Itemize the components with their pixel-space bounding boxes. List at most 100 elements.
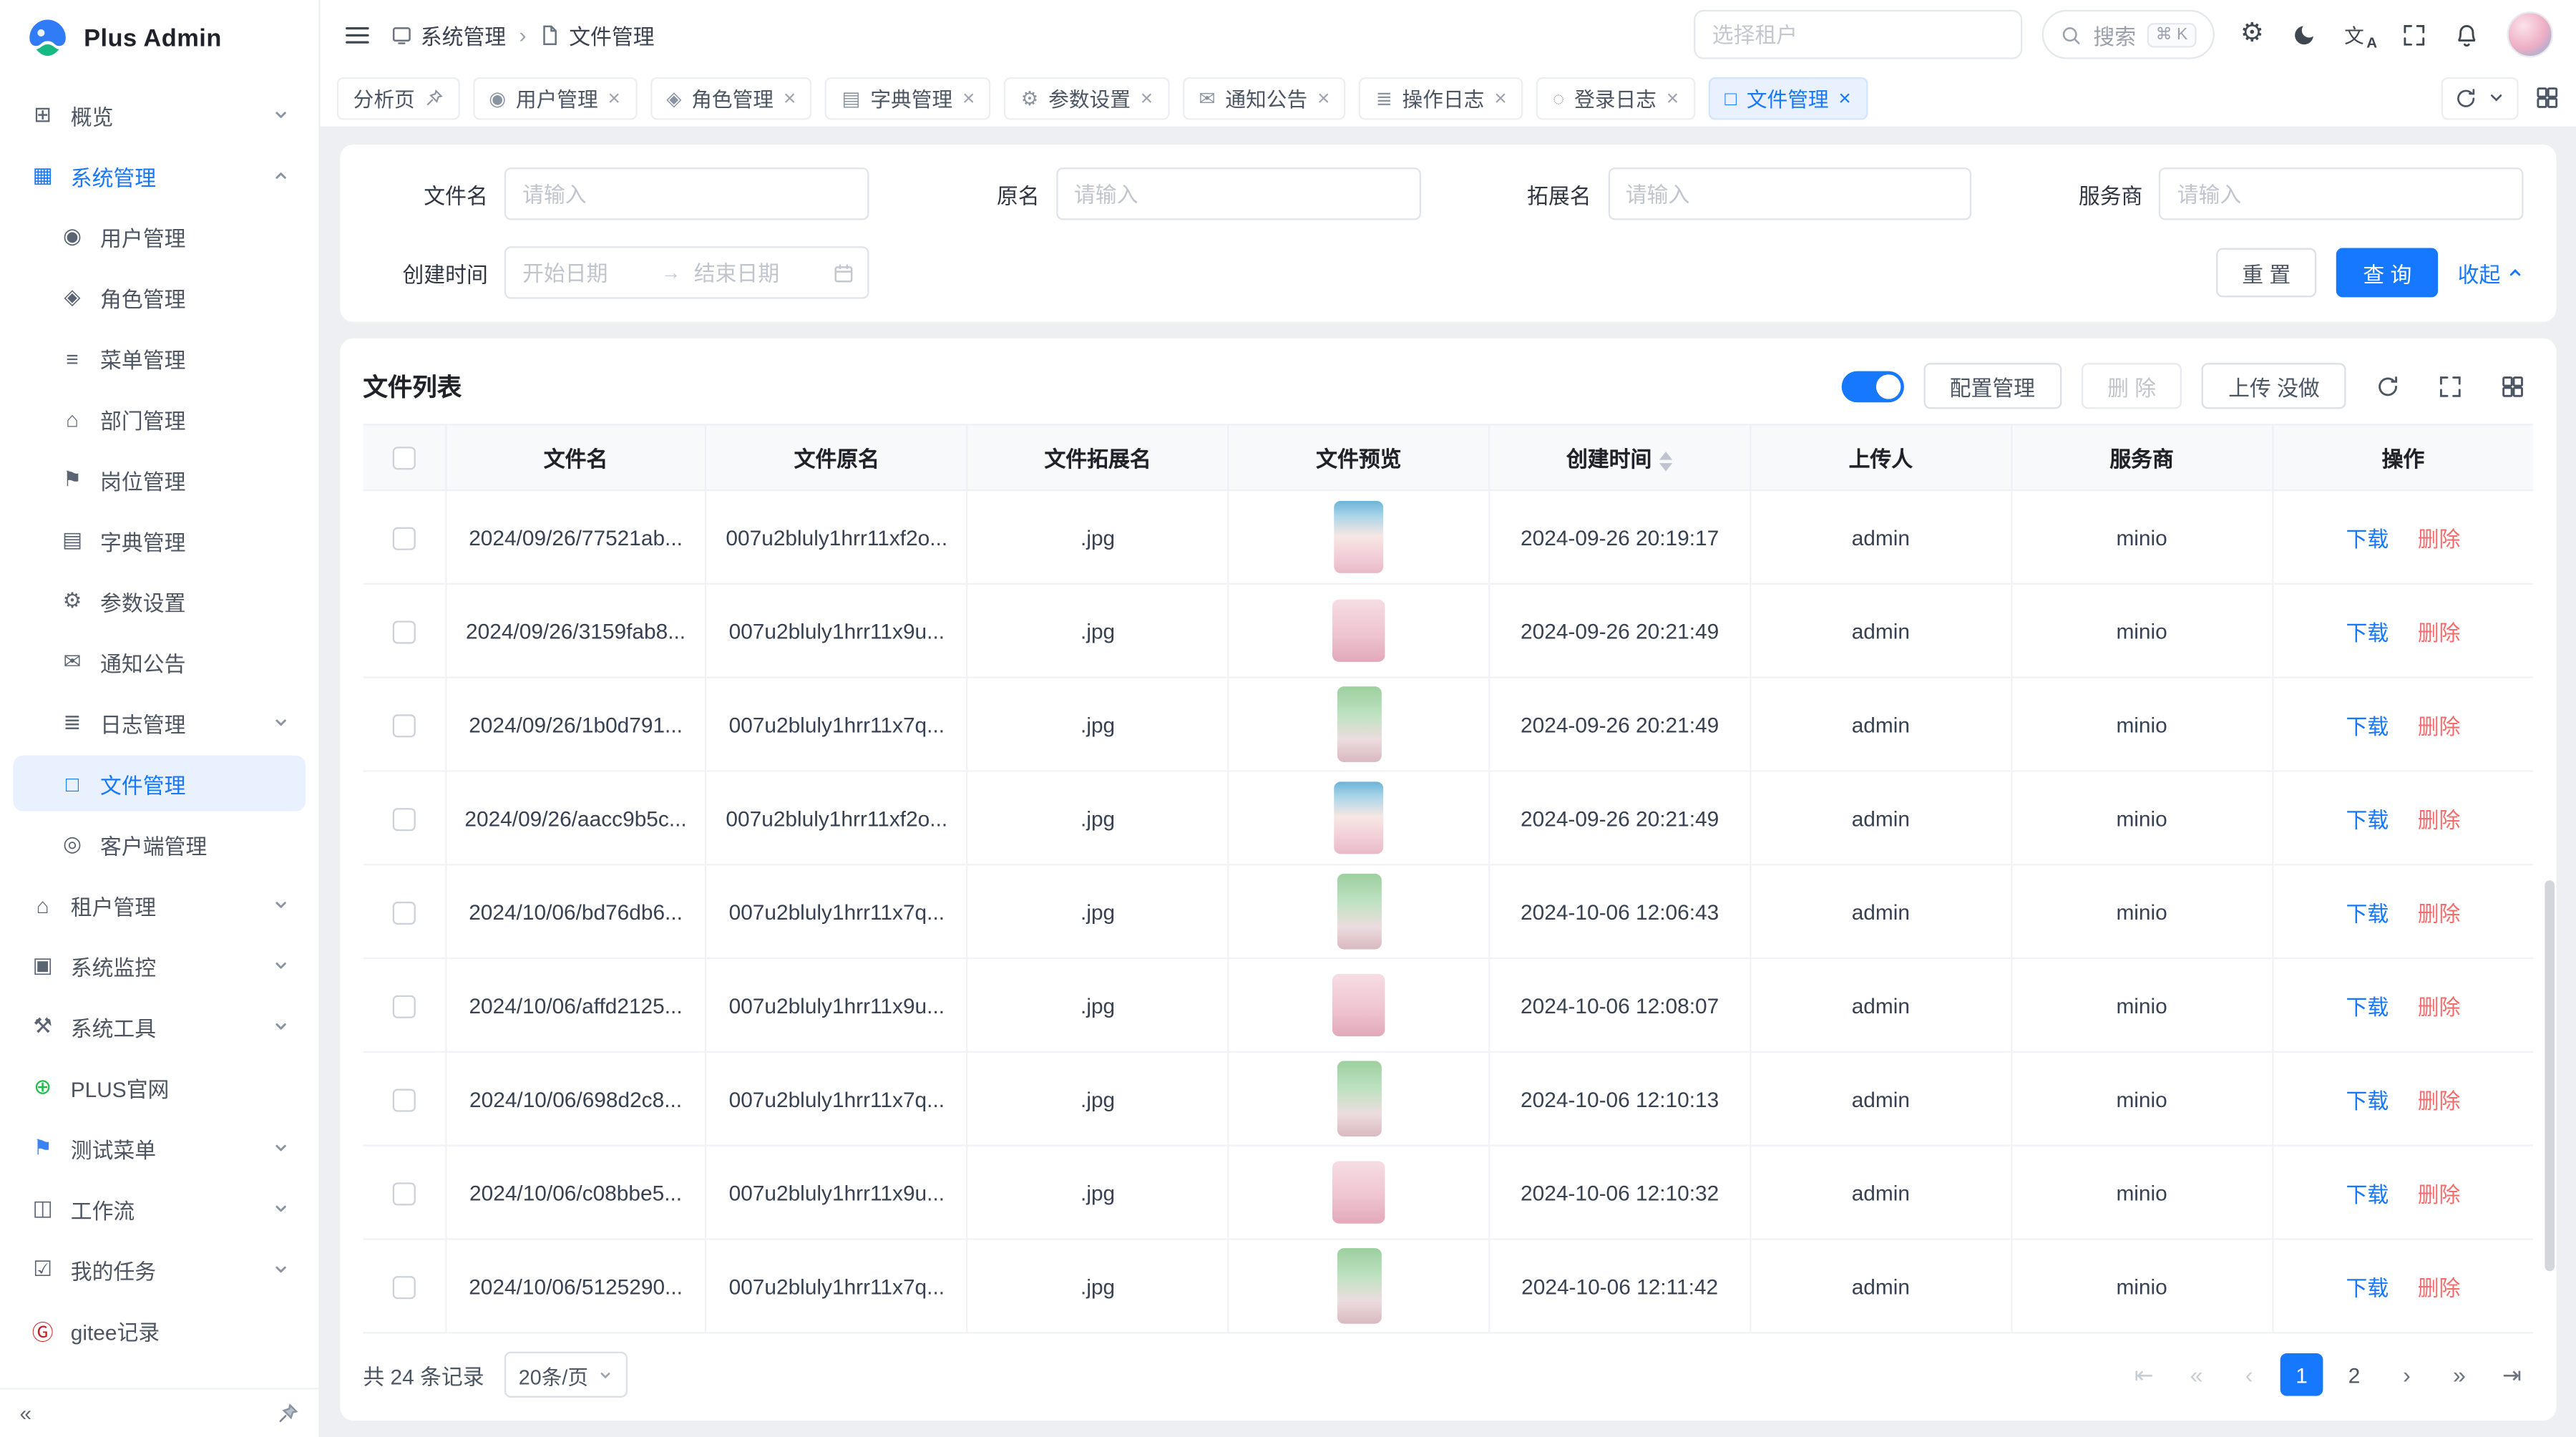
sort-icon[interactable] [1660,451,1673,471]
prev-pages-button[interactable]: « [2175,1353,2218,1396]
tab[interactable]: ≣ 操作日志 × [1360,77,1523,120]
select-all-checkbox[interactable] [392,447,415,470]
row-checkbox[interactable] [392,1182,415,1205]
sidebar-item[interactable]: ⚙ 参数设置 [13,573,306,629]
sidebar-item[interactable]: ▦ 系统管理 [13,148,306,204]
config-toggle-switch[interactable] [1841,370,1903,401]
settings-gear-icon[interactable]: ⚙ [2240,21,2264,48]
download-link[interactable]: 下载 [2346,1275,2389,1300]
tab[interactable]: ⚙ 参数设置 × [1005,77,1169,120]
file-preview-thumbnail[interactable] [1332,974,1385,1036]
filter-field-input[interactable] [1056,167,1420,220]
tab[interactable]: ◌ 登录日志 × [1536,77,1695,120]
breadcrumb-item-file[interactable]: 文件管理 [540,19,655,50]
tab-close-icon[interactable]: × [1838,87,1850,109]
delete-link[interactable]: 删除 [2418,620,2461,644]
file-preview-thumbnail[interactable] [1332,1161,1385,1223]
tab-close-icon[interactable]: × [1317,87,1330,109]
reset-button[interactable]: 重 置 [2216,248,2317,298]
sidebar-item[interactable]: ⊕ PLUS官网 [13,1059,306,1115]
upload-button[interactable]: 上传 没做 [2202,363,2346,409]
tab-close-icon[interactable]: × [1667,87,1679,109]
delete-link[interactable]: 删除 [2418,1275,2461,1300]
file-preview-thumbnail[interactable] [1334,501,1383,573]
sidebar-item[interactable]: ⌂ 租户管理 [13,877,306,932]
file-preview-thumbnail[interactable] [1337,1061,1381,1137]
filter-field-input[interactable] [2159,167,2523,220]
tab[interactable]: □ 文件管理 × [1708,77,1867,120]
collapse-filters-link[interactable]: 收起 [2458,257,2524,288]
sidebar-item[interactable]: ⊞ 概览 [13,87,306,143]
prev-page-button[interactable]: ‹ [2228,1353,2270,1396]
download-link[interactable]: 下载 [2346,995,2389,1019]
user-avatar[interactable] [2507,11,2553,57]
tab-close-icon[interactable]: × [962,87,975,109]
download-link[interactable]: 下载 [2346,1182,2389,1206]
fullscreen-icon[interactable] [2402,22,2426,47]
page-size-select[interactable]: 20条/页 [504,1352,628,1398]
download-link[interactable]: 下载 [2346,620,2389,644]
dark-mode-moon-icon[interactable] [2292,22,2316,47]
delete-button[interactable]: 删 除 [2081,363,2182,409]
sidebar-item[interactable]: ◈ 角色管理 [13,269,306,325]
row-checkbox[interactable] [392,901,415,924]
row-checkbox[interactable] [392,620,415,643]
delete-link[interactable]: 删除 [2418,527,2461,551]
download-link[interactable]: 下载 [2346,527,2389,551]
pin-icon[interactable] [425,89,443,107]
refresh-tabs-icon[interactable] [2454,86,2477,109]
breadcrumb-item-system[interactable]: 系统管理 [391,19,506,50]
download-link[interactable]: 下载 [2346,1088,2389,1112]
sidebar-item[interactable]: ⚑ 测试菜单 [13,1120,306,1176]
last-page-button[interactable]: ⇥ [2491,1353,2534,1396]
sidebar-item[interactable]: ≣ 日志管理 [13,695,306,751]
sidebar-collapse-button[interactable]: « [20,1401,32,1426]
sidebar-item[interactable]: ◎ 客户端管理 [13,817,306,872]
logo[interactable]: Plus Admin [0,0,318,76]
refresh-table-icon[interactable] [2366,364,2409,407]
query-button[interactable]: 查 询 [2337,248,2438,298]
filter-field-input[interactable] [504,167,869,220]
row-checkbox[interactable] [392,808,415,831]
download-link[interactable]: 下载 [2346,713,2389,738]
file-preview-thumbnail[interactable] [1337,874,1381,950]
first-page-button[interactable]: ⇤ [2122,1353,2165,1396]
tab[interactable]: ◈ 角色管理 × [650,77,812,120]
page-number-button[interactable]: 1 [2280,1353,2323,1396]
sidebar-item[interactable]: Ⓖ gitee记录 [13,1302,306,1358]
tab[interactable]: ◉ 用户管理 × [472,77,637,120]
column-settings-grid-icon[interactable] [2491,364,2534,407]
delete-link[interactable]: 删除 [2418,901,2461,925]
sidebar-item[interactable]: ◉ 用户管理 [13,208,306,264]
tab-close-icon[interactable]: × [784,87,796,109]
delete-link[interactable]: 删除 [2418,1182,2461,1206]
sidebar-item[interactable]: ▤ 字典管理 [13,512,306,568]
sidebar-item[interactable]: ✉ 通知公告 [13,634,306,690]
sidebar-item[interactable]: ≡ 菜单管理 [13,330,306,386]
row-checkbox[interactable] [392,1088,415,1111]
tab-close-icon[interactable]: × [1494,87,1506,109]
col-created-time[interactable]: 创建时间 [1489,424,1750,490]
date-range-picker[interactable]: → [504,246,869,298]
filter-field-input[interactable] [1608,167,1972,220]
tenant-select-input[interactable] [1694,10,2023,59]
row-checkbox[interactable] [392,714,415,737]
sidebar-item[interactable]: ⚑ 岗位管理 [13,452,306,507]
sidebar-item[interactable]: ▣ 系统监控 [13,937,306,993]
tab-close-icon[interactable]: × [608,87,620,109]
row-checkbox[interactable] [392,1276,415,1299]
tab-close-icon[interactable]: × [1141,87,1153,109]
tab-actions-chevron-down-icon[interactable] [2487,89,2505,107]
translate-icon[interactable]: 文A [2344,21,2373,48]
download-link[interactable]: 下载 [2346,807,2389,832]
row-checkbox[interactable] [392,995,415,1018]
sidebar-item[interactable]: ⚒ 系统工具 [13,998,306,1054]
delete-link[interactable]: 删除 [2418,713,2461,738]
next-page-button[interactable]: › [2386,1353,2429,1396]
start-date-input[interactable] [519,258,652,286]
file-preview-thumbnail[interactable] [1332,600,1385,662]
page-number-button[interactable]: 2 [2333,1353,2376,1396]
file-preview-thumbnail[interactable] [1334,781,1383,854]
notifications-bell-icon[interactable] [2454,22,2479,47]
row-checkbox[interactable] [392,527,415,550]
